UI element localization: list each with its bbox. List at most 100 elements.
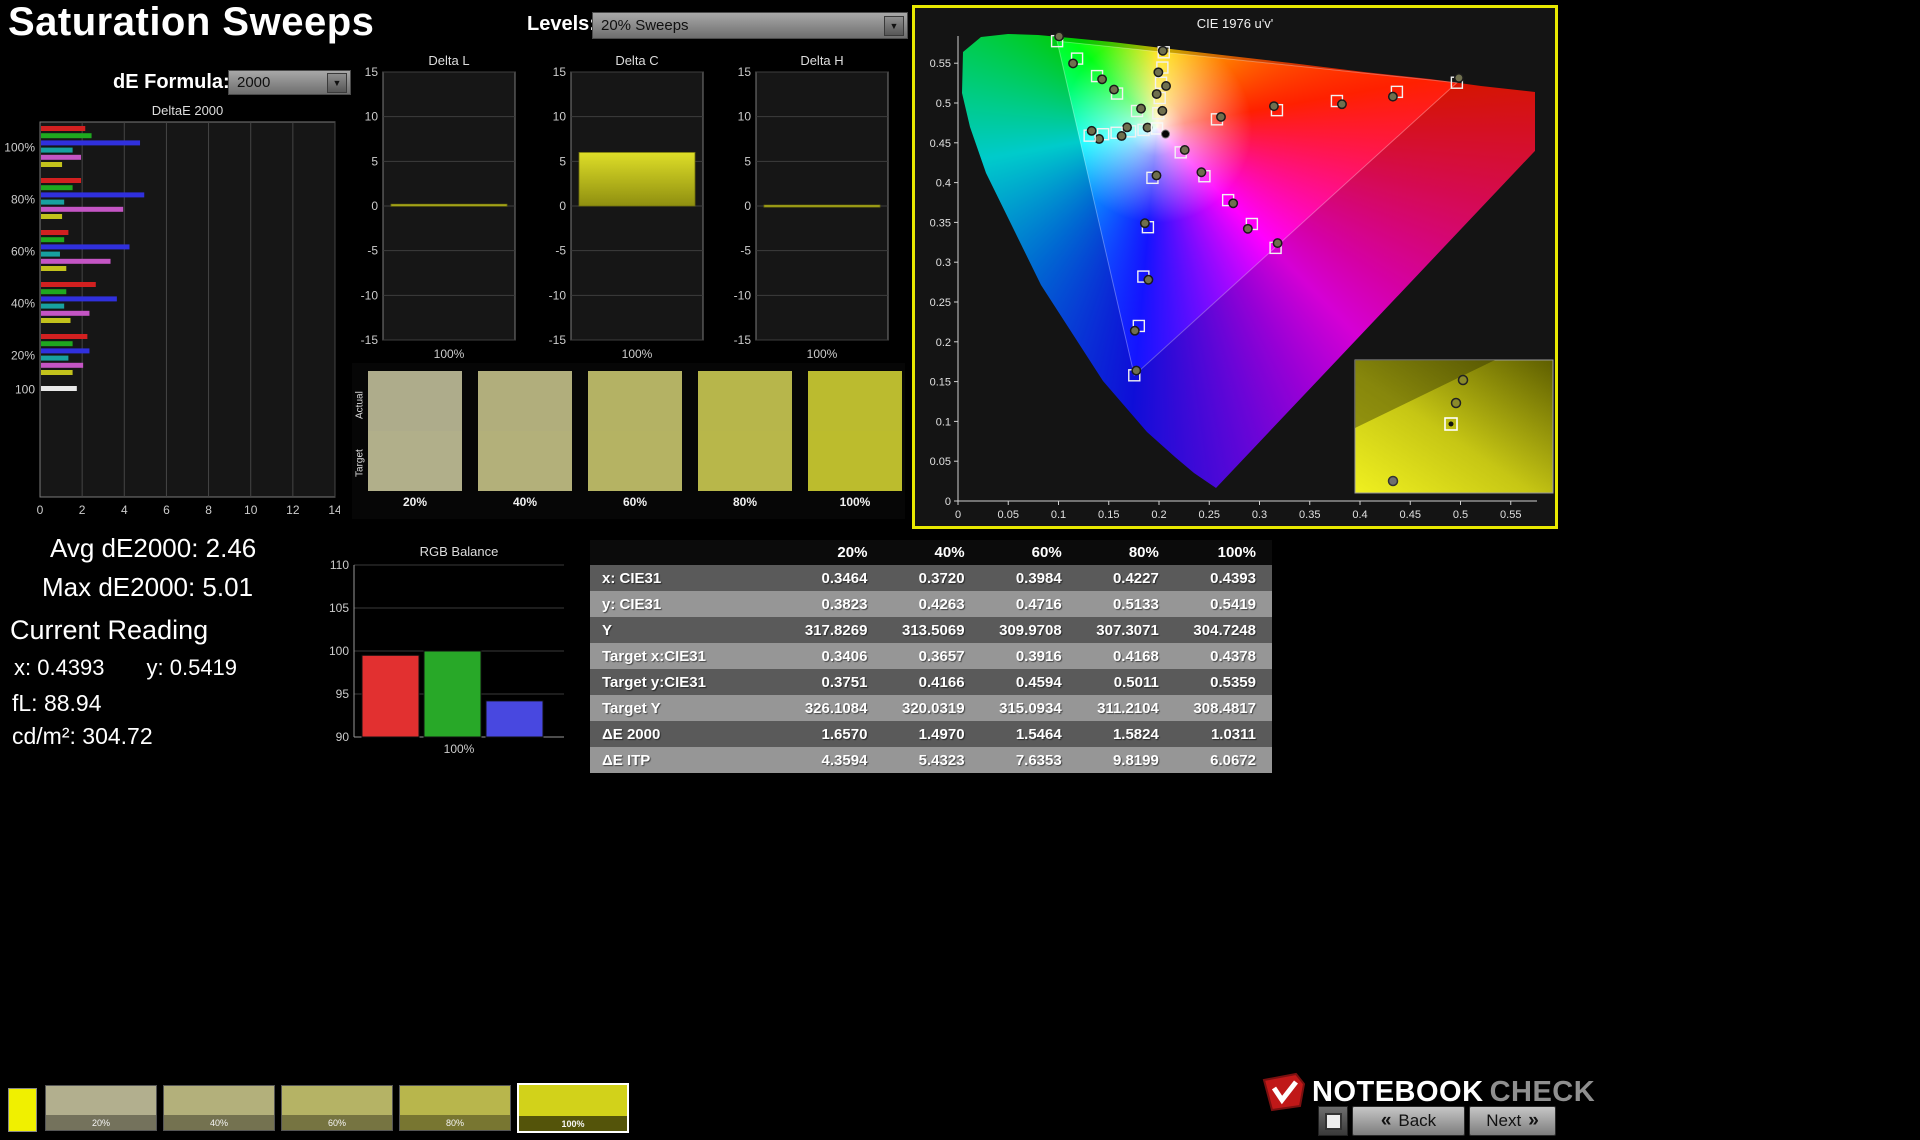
saturation-swatch-label: 100%: [519, 1116, 627, 1131]
svg-text:0.55: 0.55: [930, 58, 951, 70]
table-cell: 0.4227: [1078, 565, 1175, 591]
table-cell: 317.8269: [786, 617, 883, 643]
rgb-balance-svg: RGB Balance1101051009590100%: [318, 543, 576, 757]
table-header-cell: 100%: [1175, 540, 1272, 565]
svg-text:RGB Balance: RGB Balance: [420, 544, 499, 559]
swatch-pair-80%: [698, 371, 792, 491]
table-cell: 1.4970: [883, 721, 980, 747]
svg-text:-15: -15: [361, 333, 379, 347]
svg-text:0: 0: [37, 503, 44, 517]
table-row-label: Y: [590, 617, 786, 643]
table-cell: 308.4817: [1175, 695, 1272, 721]
table-row-label: ΔE 2000: [590, 721, 786, 747]
de-formula-label: dE Formula:: [113, 71, 230, 94]
svg-text:5: 5: [559, 154, 566, 168]
table-cell: 0.4168: [1078, 643, 1175, 669]
table-cell: 311.2104: [1078, 695, 1175, 721]
swatch-actual-100%: [808, 371, 902, 431]
swatch-pair-40%: [478, 371, 572, 491]
back-label: Back: [1398, 1111, 1436, 1131]
max-de2000-reading: Max dE2000: 5.01: [42, 572, 253, 603]
svg-text:100%: 100%: [4, 141, 35, 155]
swatch-label: 20%: [368, 495, 462, 509]
svg-text:Delta L: Delta L: [428, 53, 469, 68]
table-cell: 307.3071: [1078, 617, 1175, 643]
svg-text:0.45: 0.45: [1400, 509, 1421, 521]
svg-text:-10: -10: [549, 288, 567, 302]
svg-text:0: 0: [559, 199, 566, 213]
logo-text-primary: NOTEBOOK: [1312, 1076, 1484, 1109]
table-cell: 9.8199: [1078, 747, 1175, 773]
de-formula-dropdown[interactable]: 2000 ▼: [228, 70, 351, 95]
table-cell: 0.3823: [786, 591, 883, 617]
window-button[interactable]: [1318, 1106, 1348, 1136]
table-cell: 0.3720: [883, 565, 980, 591]
swatch-actual-60%: [588, 371, 682, 431]
svg-text:4: 4: [121, 503, 128, 517]
table-cell: 4.3594: [786, 747, 883, 773]
back-chevrons-icon: «: [1381, 1110, 1392, 1132]
svg-text:-15: -15: [549, 333, 567, 347]
logo-text-secondary: CHECK: [1490, 1076, 1596, 1109]
table-row: Target x:CIE310.34060.36570.39160.41680.…: [590, 643, 1272, 669]
levels-dropdown[interactable]: 20% Sweeps ▼: [592, 12, 908, 39]
svg-text:0: 0: [744, 199, 751, 213]
current-xy-reading: x: 0.4393 y: 0.5419: [14, 655, 237, 681]
table-header-cell: 60%: [981, 540, 1078, 565]
table-cell: 0.3751: [786, 669, 883, 695]
notebookcheck-check-icon: [1262, 1072, 1306, 1112]
svg-text:100%: 100%: [444, 742, 475, 756]
svg-text:0.45: 0.45: [930, 138, 951, 150]
saturation-swatch-20%[interactable]: 20%: [45, 1085, 157, 1131]
levels-label: Levels:: [527, 13, 596, 36]
svg-text:0.1: 0.1: [1051, 509, 1066, 521]
current-luminance-reading: cd/m²: 304.72: [12, 723, 153, 750]
delta_c-svg: Delta C151050-5-10-15100%: [533, 52, 708, 362]
table-cell: 7.6353: [981, 747, 1078, 773]
svg-text:10: 10: [738, 110, 752, 124]
current-x-value: x: 0.4393: [14, 655, 105, 681]
saturation-swatch-label: 20%: [46, 1115, 156, 1130]
table-cell: 326.1084: [786, 695, 883, 721]
svg-text:10: 10: [244, 503, 258, 517]
swatch-row-label-actual: Actual: [354, 377, 366, 433]
saturation-swatch-label: 80%: [400, 1115, 510, 1130]
cie-diagram-panel: 00.050.10.150.20.250.30.350.40.450.50.55…: [912, 5, 1558, 529]
deltae2000-bar-chart: DeltaE 200002468101214100%80%60%40%20%10…: [0, 102, 340, 522]
saturation-swatch-60%[interactable]: 60%: [281, 1085, 393, 1131]
swatch-target-20%: [368, 431, 462, 491]
svg-text:100: 100: [15, 383, 35, 397]
back-button[interactable]: « Back: [1352, 1106, 1465, 1136]
table-cell: 313.5069: [883, 617, 980, 643]
table-cell: 0.5359: [1175, 669, 1272, 695]
saturation-swatch-80%[interactable]: 80%: [399, 1085, 511, 1131]
table-row-label: ΔE ITP: [590, 747, 786, 773]
svg-text:0.4: 0.4: [1352, 509, 1367, 521]
svg-text:5: 5: [371, 154, 378, 168]
svg-text:Delta H: Delta H: [800, 53, 843, 68]
table-cell: 1.6570: [786, 721, 883, 747]
saturation-swatch-40%[interactable]: 40%: [163, 1085, 275, 1131]
table-cell: 0.4393: [1175, 565, 1272, 591]
svg-text:-10: -10: [361, 288, 379, 302]
svg-text:-15: -15: [734, 333, 752, 347]
svg-text:100%: 100%: [622, 347, 653, 361]
swatch-actual-40%: [478, 371, 572, 431]
svg-text:15: 15: [365, 65, 379, 79]
svg-text:40%: 40%: [11, 297, 35, 311]
svg-text:0.2: 0.2: [936, 337, 951, 349]
table-row-label: y: CIE31: [590, 591, 786, 617]
table-cell: 0.3406: [786, 643, 883, 669]
svg-text:0.5: 0.5: [1453, 509, 1468, 521]
table-cell: 1.5824: [1078, 721, 1175, 747]
table-cell: 0.4594: [981, 669, 1078, 695]
table-row: ΔE ITP4.35945.43237.63539.81996.0672: [590, 747, 1272, 773]
svg-text:0: 0: [945, 496, 951, 508]
saturation-swatch-100%[interactable]: 100%: [517, 1083, 629, 1133]
avg-de2000-reading: Avg dE2000: 2.46: [50, 533, 256, 564]
chevron-down-icon: ▼: [884, 16, 904, 36]
next-button[interactable]: Next »: [1469, 1106, 1556, 1136]
table-cell: 5.4323: [883, 747, 980, 773]
current-patch-chip: [8, 1088, 37, 1132]
table-cell: 0.4263: [883, 591, 980, 617]
